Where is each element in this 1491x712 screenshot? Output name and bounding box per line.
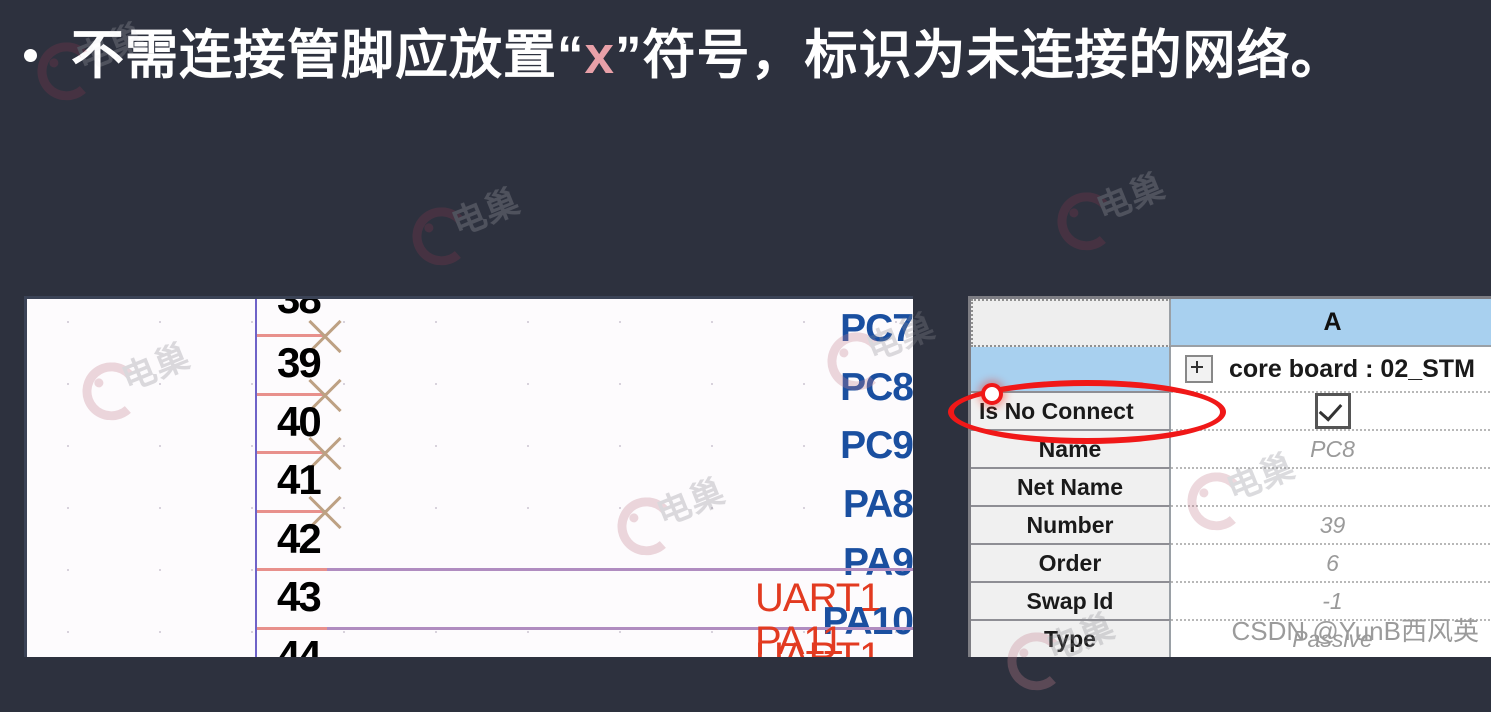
schematic-grid-dot bbox=[159, 569, 161, 571]
schematic-grid-dot bbox=[67, 569, 69, 571]
schematic-grid-dot bbox=[159, 383, 161, 385]
schematic-grid-dot bbox=[251, 631, 253, 633]
schematic-grid-dot bbox=[435, 507, 437, 509]
schematic-grid-dot bbox=[435, 631, 437, 633]
property-row[interactable]: Is No Connect bbox=[971, 391, 1491, 429]
properties-object-row: core board : 02_STM bbox=[971, 347, 1491, 391]
heading-prefix: 不需连接管脚应放置 bbox=[71, 25, 557, 85]
properties-object-row-blank bbox=[971, 347, 1171, 391]
property-value[interactable]: PC8 bbox=[1171, 429, 1491, 467]
property-row[interactable]: Swap Id -1 bbox=[971, 581, 1491, 619]
schematic-grid-dot bbox=[67, 507, 69, 509]
properties-rows: Is No Connect Name PC8 Net Name Number 39 Orde… bbox=[971, 391, 1491, 657]
schematic-grid-dot bbox=[527, 445, 529, 447]
property-row[interactable]: Order 6 bbox=[971, 543, 1491, 581]
column-header-a[interactable]: A bbox=[1171, 299, 1491, 347]
pin-number: 44 bbox=[277, 631, 322, 658]
slide-heading: 不需连接管脚应放置“x”符号，标识为未连接的网络。 bbox=[0, 0, 1491, 110]
schematic-grid-dot bbox=[67, 383, 69, 385]
schematic-grid-dot bbox=[527, 321, 529, 323]
property-value[interactable]: -1 bbox=[1171, 581, 1491, 619]
schematic-grid-dot bbox=[159, 631, 161, 633]
property-name: Net Name bbox=[971, 467, 1171, 505]
schematic-grid-dot bbox=[251, 383, 253, 385]
schematic-grid-dot bbox=[67, 445, 69, 447]
properties-object-cell[interactable]: core board : 02_STM bbox=[1171, 347, 1491, 391]
pin-label[interactable]: PA8 bbox=[697, 483, 913, 527]
property-value[interactable] bbox=[1171, 391, 1491, 429]
property-name: Type bbox=[971, 619, 1171, 657]
pin-number: 43 bbox=[277, 573, 322, 620]
properties-header-row: A bbox=[971, 299, 1491, 347]
schematic-grid-dot bbox=[251, 321, 253, 323]
heading-quote-close: ” bbox=[614, 25, 643, 85]
heading-suffix: 符号，标识为未连接的网络。 bbox=[642, 25, 1345, 85]
schematic-grid-dot bbox=[159, 321, 161, 323]
property-value[interactable]: 39 bbox=[1171, 505, 1491, 543]
property-row[interactable]: Type Passive bbox=[971, 619, 1491, 657]
schematic-grid-dot bbox=[435, 321, 437, 323]
heading-highlight: x bbox=[584, 25, 615, 85]
schematic-grid-dot bbox=[527, 507, 529, 509]
schematic-grid-dot bbox=[527, 383, 529, 385]
property-row[interactable]: Name PC8 bbox=[971, 429, 1491, 467]
schematic-grid-dot bbox=[343, 631, 345, 633]
watermark-dot-icon bbox=[423, 222, 435, 234]
property-name: Name bbox=[971, 429, 1171, 467]
schematic-grid-dot bbox=[527, 631, 529, 633]
properties-inspector-panel[interactable]: A core board : 02_STM Is No Connect Name P… bbox=[968, 296, 1491, 657]
object-title-label: core board : 02_STM bbox=[1229, 354, 1475, 383]
property-value[interactable]: 6 bbox=[1171, 543, 1491, 581]
watermark-dot-icon bbox=[1068, 207, 1080, 219]
pin-label[interactable]: PC8 bbox=[697, 366, 913, 410]
schematic-grid-dot bbox=[159, 507, 161, 509]
pin-wire[interactable] bbox=[257, 626, 329, 630]
pin-label[interactable]: PC9 bbox=[697, 424, 913, 468]
property-name: Swap Id bbox=[971, 581, 1171, 619]
page-title: 不需连接管脚应放置“x”符号，标识为未连接的网络。 bbox=[71, 29, 1344, 82]
schematic-grid-dot bbox=[435, 445, 437, 447]
schematic-editor-panel[interactable]: 38 PC7 39 PC8 40 PC9 41 PA8 42 PA9 UART1 43 PA10 UART… bbox=[24, 296, 913, 657]
bullet-icon bbox=[24, 48, 37, 62]
schematic-grid-dot bbox=[619, 507, 621, 509]
schematic-grid-dot bbox=[435, 383, 437, 385]
property-name: Order bbox=[971, 543, 1171, 581]
property-name: Is No Connect bbox=[971, 391, 1171, 429]
schematic-grid-dot bbox=[619, 631, 621, 633]
watermark-label: 电巢 bbox=[1091, 167, 1171, 229]
property-row[interactable]: Net Name bbox=[971, 467, 1491, 505]
brand-watermark: 电巢 bbox=[1050, 160, 1220, 252]
schematic-grid-dot bbox=[67, 321, 69, 323]
expand-plus-icon[interactable] bbox=[1185, 355, 1213, 383]
pin-number: 42 bbox=[277, 514, 322, 562]
heading-quote-open: “ bbox=[557, 25, 585, 85]
watermark-label: 电巢 bbox=[446, 182, 526, 244]
watermark-ring-icon bbox=[1055, 190, 1117, 252]
property-name: Number bbox=[971, 505, 1171, 543]
schematic-grid-dot bbox=[619, 445, 621, 447]
schematic-grid-dot bbox=[619, 321, 621, 323]
pin-label[interactable]: PC7 bbox=[697, 307, 913, 351]
schematic-grid-dot bbox=[251, 569, 253, 571]
property-value[interactable] bbox=[1171, 467, 1491, 505]
component-body-edge bbox=[255, 299, 257, 657]
brand-watermark: 电巢 bbox=[405, 175, 575, 267]
is-no-connect-checkbox[interactable] bbox=[1314, 393, 1351, 429]
schematic-grid-dot bbox=[619, 383, 621, 385]
property-row[interactable]: Number 39 bbox=[971, 505, 1491, 543]
property-value[interactable]: Passive bbox=[1171, 619, 1491, 657]
pin-wire[interactable] bbox=[257, 568, 329, 571]
net-label-clipped[interactable]: PA11 bbox=[755, 619, 844, 657]
properties-corner-cell[interactable] bbox=[971, 299, 1171, 347]
watermark-ring-icon bbox=[410, 205, 472, 267]
schematic-grid-dot bbox=[251, 445, 253, 447]
net-wire[interactable] bbox=[327, 568, 913, 571]
schematic-grid-dot bbox=[159, 445, 161, 447]
schematic-grid-dot bbox=[251, 507, 253, 509]
schematic-grid-dot bbox=[67, 631, 69, 633]
